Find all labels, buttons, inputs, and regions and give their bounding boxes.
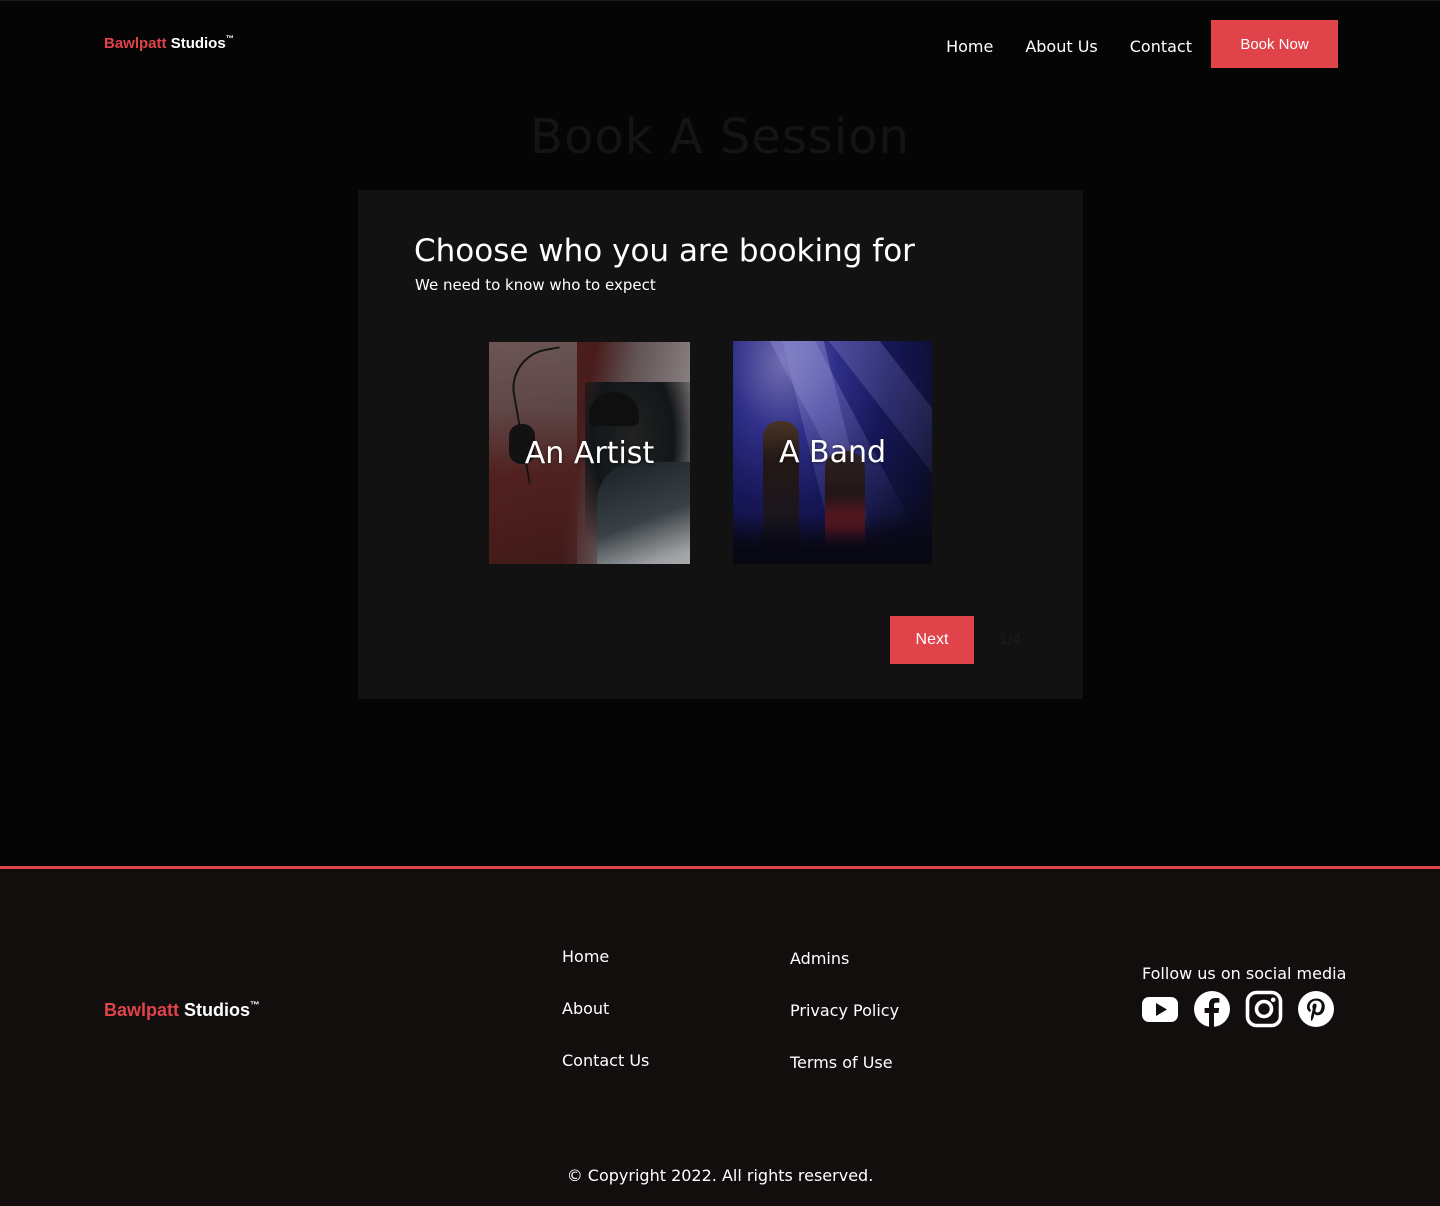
brand-name-white: Studios [170,35,226,52]
footer-link-about[interactable]: About [562,999,609,1018]
nav-about-us[interactable]: About Us [1025,37,1097,56]
youtube-icon[interactable] [1141,990,1179,1028]
footer-link-home[interactable]: Home [562,947,609,966]
booking-title: Choose who you are booking for [414,233,915,269]
booking-card: Choose who you are booking for We need t… [358,190,1083,699]
footer-trademark: ™ [250,999,260,1011]
booking-subtitle: We need to know who to expect [415,276,656,294]
option-artist-label: An Artist [524,435,655,471]
footer-link-admins[interactable]: Admins [790,949,849,968]
footer-link-contact-us[interactable]: Contact Us [562,1051,649,1070]
brand-name-red: Bawlpatt [104,35,167,52]
copyright: © Copyright 2022. All rights reserved. [566,1166,874,1185]
social-label: Follow us on social media [1142,964,1347,983]
nav-contact[interactable]: Contact [1130,37,1192,56]
facebook-icon[interactable] [1193,990,1231,1028]
footer: Bawlpatt Studios™ Home About Contact Us … [0,866,1440,1206]
footer-link-terms-of-use[interactable]: Terms of Use [790,1053,893,1072]
page-title: Book A Session [530,109,910,165]
step-indicator: 1/4 [999,632,1022,648]
option-artist[interactable]: An Artist [489,342,690,564]
option-band[interactable]: A Band [733,341,932,564]
next-button[interactable]: Next [890,616,974,664]
instagram-icon[interactable] [1245,990,1283,1028]
footer-brand-name-red: Bawlpatt [104,1000,180,1020]
top-nav: Home About Us Contact Book Now [946,20,1338,68]
page: Bawlpatt Studios™ Home About Us Contact … [0,0,1440,1206]
footer-link-privacy-policy[interactable]: Privacy Policy [790,1001,899,1020]
pinterest-icon[interactable] [1297,990,1335,1028]
main-section: Bawlpatt Studios™ Home About Us Contact … [0,0,1440,866]
footer-brand-name-white: Studios [184,1000,251,1020]
trademark: ™ [225,33,234,43]
option-band-label: A Band [778,435,887,470]
footer-brand-logo[interactable]: Bawlpatt Studios™ [104,1000,260,1021]
nav-home[interactable]: Home [946,37,993,56]
brand-logo[interactable]: Bawlpatt Studios™ [104,33,234,52]
book-now-button[interactable]: Book Now [1211,20,1338,68]
